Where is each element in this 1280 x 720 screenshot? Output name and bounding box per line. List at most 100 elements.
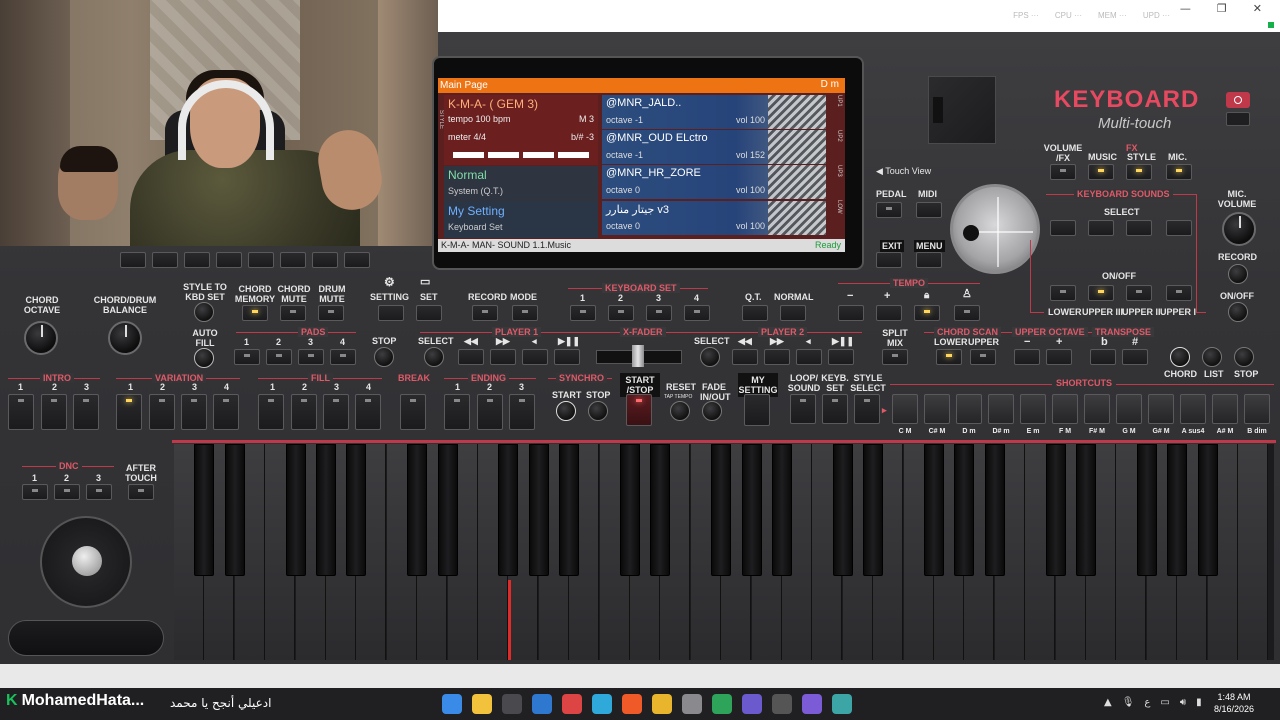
pads-stop-button[interactable]	[374, 347, 394, 367]
synchro-stop-button[interactable]	[588, 401, 608, 421]
on-lower-button[interactable]	[1050, 285, 1076, 301]
chord-mute-button[interactable]	[280, 305, 306, 321]
scan-lower-button[interactable]	[936, 349, 962, 365]
variation-2-button[interactable]	[149, 394, 175, 430]
shortcut-button[interactable]	[1084, 394, 1110, 424]
style-select-button[interactable]	[854, 394, 880, 424]
ending-2-button[interactable]	[477, 394, 503, 430]
mic-fx-button[interactable]	[1166, 164, 1192, 180]
dnc-3-button[interactable]	[86, 484, 112, 500]
strip-button-7[interactable]	[312, 252, 338, 268]
player1-prev-button[interactable]	[522, 349, 548, 365]
shortcut-button[interactable]	[1244, 394, 1270, 424]
split-mix-button[interactable]	[882, 349, 908, 365]
chrome-icon[interactable]	[652, 694, 672, 714]
variation-3-button[interactable]	[181, 394, 207, 430]
discord-icon[interactable]	[742, 694, 762, 714]
strip-button-2[interactable]	[152, 252, 178, 268]
pad-3-button[interactable]	[298, 349, 324, 365]
black-key[interactable]	[1197, 444, 1218, 576]
player2-select-button[interactable]	[700, 347, 720, 367]
shortcut-button[interactable]	[1116, 394, 1142, 424]
touch-view-label[interactable]: ◀ Touch View	[876, 166, 931, 176]
sound-slot-low[interactable]: جيتار منارر v3 octave 0 vol 100	[602, 201, 826, 235]
shortcut-button[interactable]	[1180, 394, 1206, 424]
app-icon[interactable]	[562, 694, 582, 714]
setting-button[interactable]	[378, 305, 404, 321]
player2-rewind-button[interactable]	[732, 349, 758, 365]
drum-mute-button[interactable]	[318, 305, 344, 321]
set-button[interactable]	[416, 305, 442, 321]
black-key[interactable]	[194, 444, 215, 576]
black-key[interactable]	[772, 444, 792, 576]
shortcut-button[interactable]	[1020, 394, 1046, 424]
start-stop-button[interactable]	[626, 394, 652, 426]
chevron-up-icon[interactable]: ▲	[1104, 697, 1112, 708]
ending-3-button[interactable]	[509, 394, 535, 430]
network-icon[interactable]: ▭	[1160, 697, 1169, 708]
shortcut-button[interactable]	[1212, 394, 1238, 424]
black-key[interactable]	[1076, 444, 1096, 576]
menu-button[interactable]	[916, 252, 942, 268]
shortcut-button[interactable]	[1052, 394, 1078, 424]
intro-2-button[interactable]	[41, 394, 67, 430]
shortcut-button[interactable]	[988, 394, 1014, 424]
fill-2-button[interactable]	[291, 394, 317, 430]
store-icon[interactable]	[502, 694, 522, 714]
fill-3-button[interactable]	[323, 394, 349, 430]
select-upper2-button[interactable]	[1126, 220, 1152, 236]
pad-1-button[interactable]	[234, 349, 260, 365]
pedal-button[interactable]	[876, 202, 902, 218]
player1-rewind-button[interactable]	[458, 349, 484, 365]
white-key[interactable]	[1238, 444, 1268, 660]
player1-play-button[interactable]	[554, 349, 580, 365]
language-indicator[interactable]: ع	[1144, 697, 1150, 708]
reset-button[interactable]	[670, 401, 690, 421]
octave-plus-button[interactable]	[1046, 349, 1072, 365]
sound-slot-up1[interactable]: @MNR_JALD.. octave -1 vol 100	[602, 95, 826, 129]
app-icon[interactable]	[532, 694, 552, 714]
app-icon[interactable]	[772, 694, 792, 714]
black-key[interactable]	[984, 444, 1005, 576]
battery-icon[interactable]: ▮	[1196, 697, 1202, 708]
auto-fill-button[interactable]	[194, 348, 214, 368]
after-touch-button[interactable]	[128, 484, 154, 500]
mic-volume-knob[interactable]	[1222, 212, 1256, 246]
shortcut-button[interactable]	[1148, 394, 1174, 424]
camera-icon[interactable]	[1226, 92, 1250, 108]
variation-4-button[interactable]	[213, 394, 239, 430]
black-key[interactable]	[224, 444, 245, 576]
loop-sound-button[interactable]	[790, 394, 816, 424]
strip-button-3[interactable]	[184, 252, 210, 268]
black-key[interactable]	[832, 444, 853, 576]
player2-play-button[interactable]	[828, 349, 854, 365]
strip-button-1[interactable]	[120, 252, 146, 268]
record-button[interactable]	[472, 305, 498, 321]
on-upper3-button[interactable]	[1088, 285, 1114, 301]
tempo-plus-button[interactable]	[876, 305, 902, 321]
xfader-handle[interactable]	[632, 345, 644, 367]
keyb-set-button[interactable]	[822, 394, 848, 424]
fill-1-button[interactable]	[258, 394, 284, 430]
select-upper3-button[interactable]	[1088, 220, 1114, 236]
player1-select-button[interactable]	[424, 347, 444, 367]
shortcut-button[interactable]	[956, 394, 982, 424]
black-key[interactable]	[285, 444, 306, 576]
keyboard-set-3-button[interactable]	[646, 305, 672, 321]
pad-4-button[interactable]	[330, 349, 356, 365]
clock[interactable]: 1:48 AM 8/16/2026	[1214, 691, 1254, 715]
my-setting-button[interactable]	[744, 394, 770, 426]
intro-1-button[interactable]	[8, 394, 34, 430]
stop-right-button[interactable]	[1234, 347, 1254, 367]
black-key[interactable]	[1045, 444, 1066, 576]
shortcut-button[interactable]	[924, 394, 950, 424]
mic-record-button[interactable]	[1228, 264, 1248, 284]
keyboard-set-4-button[interactable]	[684, 305, 710, 321]
edge-icon[interactable]	[592, 694, 612, 714]
camera-toggle-button[interactable]	[1226, 112, 1250, 126]
minimize-button[interactable]: —	[1180, 2, 1191, 15]
keyboard-set-1-button[interactable]	[570, 305, 596, 321]
app-icon[interactable]	[832, 694, 852, 714]
black-key[interactable]	[924, 444, 944, 576]
black-key[interactable]	[863, 444, 884, 576]
